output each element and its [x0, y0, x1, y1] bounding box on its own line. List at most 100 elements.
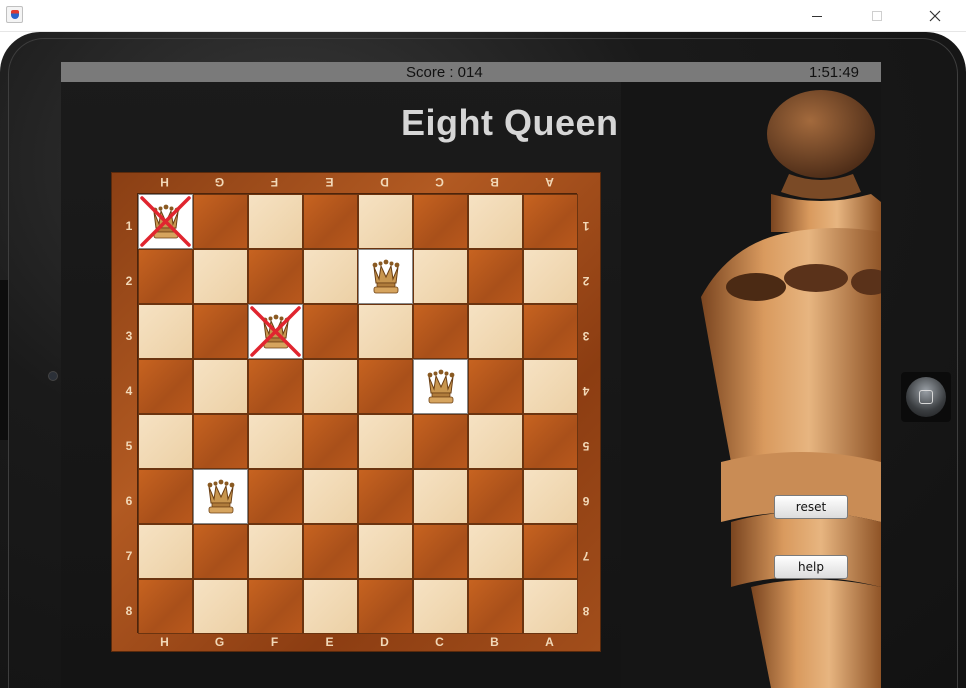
camera-icon — [48, 371, 58, 381]
board-square[interactable] — [248, 359, 303, 414]
board-square[interactable] — [303, 249, 358, 304]
board-square[interactable] — [248, 414, 303, 469]
minimize-button[interactable] — [794, 0, 840, 32]
board-square[interactable] — [413, 249, 468, 304]
board-square[interactable] — [468, 579, 523, 634]
help-button[interactable]: help — [774, 555, 848, 579]
home-button[interactable] — [901, 372, 951, 422]
board-square[interactable] — [468, 194, 523, 249]
board-square[interactable] — [193, 249, 248, 304]
board-square[interactable] — [523, 249, 578, 304]
board-square[interactable] — [468, 524, 523, 579]
board-square[interactable] — [468, 249, 523, 304]
rank-label: 1 — [125, 219, 133, 233]
board-square[interactable] — [523, 304, 578, 359]
board-square[interactable] — [303, 524, 358, 579]
file-label: C — [435, 175, 444, 189]
board-square[interactable] — [193, 469, 248, 524]
board-square[interactable] — [358, 304, 413, 359]
board-square[interactable] — [413, 579, 468, 634]
board-square[interactable] — [413, 524, 468, 579]
board-square[interactable] — [193, 194, 248, 249]
board-square[interactable] — [248, 469, 303, 524]
queen-icon — [372, 259, 400, 294]
board-square[interactable] — [138, 304, 193, 359]
home-button-face — [906, 377, 946, 417]
board-square[interactable] — [138, 579, 193, 634]
rank-label: 3 — [125, 329, 133, 343]
close-button[interactable] — [912, 0, 958, 32]
file-label: B — [490, 175, 499, 189]
board-square[interactable] — [248, 194, 303, 249]
board-square[interactable] — [303, 579, 358, 634]
board-square[interactable] — [358, 579, 413, 634]
game-screen: Score : 014 1:51:49 Eight Queen H G F E … — [61, 62, 881, 688]
board-square[interactable] — [358, 524, 413, 579]
board-square[interactable] — [303, 194, 358, 249]
reset-button[interactable]: reset — [774, 495, 848, 519]
board-square[interactable] — [303, 469, 358, 524]
file-label: C — [435, 635, 444, 649]
rank-label: 5 — [582, 439, 590, 453]
board-square[interactable] — [248, 524, 303, 579]
board-square[interactable] — [138, 469, 193, 524]
board-square[interactable] — [138, 194, 193, 249]
rank-label: 6 — [582, 494, 590, 508]
board-square[interactable] — [523, 524, 578, 579]
board-square[interactable] — [193, 579, 248, 634]
board-square[interactable] — [138, 359, 193, 414]
board-square[interactable] — [303, 414, 358, 469]
board-square[interactable] — [413, 414, 468, 469]
board-square[interactable] — [248, 579, 303, 634]
board-square[interactable] — [413, 304, 468, 359]
file-label: E — [325, 635, 334, 649]
rank-label: 2 — [125, 274, 133, 288]
board-square[interactable] — [523, 579, 578, 634]
board-square[interactable] — [358, 194, 413, 249]
board-square[interactable] — [413, 469, 468, 524]
board-square[interactable] — [358, 469, 413, 524]
java-app-icon — [6, 6, 23, 23]
board-square[interactable] — [413, 194, 468, 249]
board-square[interactable] — [468, 304, 523, 359]
maximize-button[interactable] — [854, 0, 900, 32]
board-square[interactable] — [523, 194, 578, 249]
board-square[interactable] — [523, 414, 578, 469]
file-label: H — [160, 175, 169, 189]
rank-label: 7 — [582, 549, 590, 563]
file-label: F — [270, 175, 279, 189]
rank-label: 4 — [582, 384, 590, 398]
board-grid — [137, 193, 578, 634]
board-square[interactable] — [358, 359, 413, 414]
rank-label: 4 — [125, 384, 133, 398]
board-square[interactable] — [358, 414, 413, 469]
file-label: G — [214, 635, 225, 649]
board-square[interactable] — [248, 304, 303, 359]
board-square[interactable] — [248, 249, 303, 304]
board-square[interactable] — [193, 524, 248, 579]
rank-label: 3 — [582, 329, 590, 343]
board-square[interactable] — [138, 414, 193, 469]
board-square[interactable] — [468, 469, 523, 524]
window-titlebar — [0, 0, 966, 32]
board-square[interactable] — [523, 469, 578, 524]
board-square[interactable] — [138, 249, 193, 304]
rank-label: 7 — [125, 549, 133, 563]
board-square[interactable] — [138, 524, 193, 579]
board-square[interactable] — [303, 304, 358, 359]
board-square[interactable] — [358, 249, 413, 304]
board-square[interactable] — [193, 359, 248, 414]
board-square[interactable] — [468, 359, 523, 414]
board-square[interactable] — [468, 414, 523, 469]
home-square-icon — [919, 390, 933, 404]
minimize-icon — [812, 15, 822, 17]
file-label: G — [214, 175, 225, 189]
board-square[interactable] — [193, 414, 248, 469]
board-square[interactable] — [193, 304, 248, 359]
board-square[interactable] — [303, 359, 358, 414]
board-square[interactable] — [413, 359, 468, 414]
close-icon — [929, 10, 941, 22]
file-label: A — [545, 175, 554, 189]
board-square[interactable] — [523, 359, 578, 414]
rank-label: 8 — [582, 604, 590, 618]
